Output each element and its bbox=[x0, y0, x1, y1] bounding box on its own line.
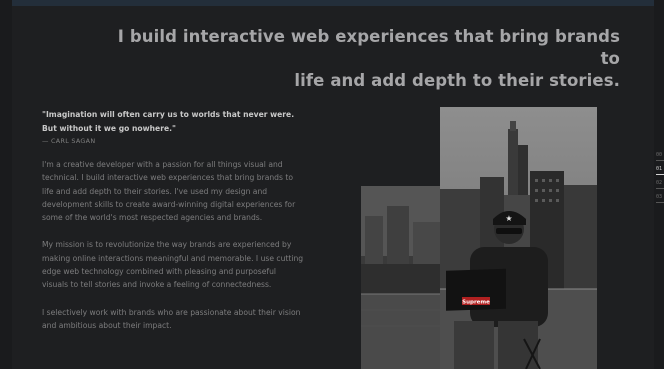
about-text: "Imagination will often carry us to worl… bbox=[42, 108, 304, 332]
slide-nav-number: 00 bbox=[656, 152, 663, 158]
slide-nav-indicator bbox=[656, 188, 664, 189]
slide-nav-item-03[interactable]: 03 bbox=[648, 192, 664, 206]
slide-nav-indicator bbox=[656, 174, 664, 175]
hero-headline-line-1: I build interactive web experiences that… bbox=[117, 27, 620, 68]
quote-line-2: But without it we go nowhere." bbox=[42, 124, 176, 133]
about-paragraph-2: My mission is to revolutionize the way b… bbox=[42, 240, 304, 290]
slide-nav-item-01[interactable]: 01 bbox=[648, 164, 664, 178]
slide-navigation: 00 01 02 03 bbox=[648, 150, 664, 206]
quote: "Imagination will often carry us to worl… bbox=[42, 108, 304, 136]
quote-line-1: "Imagination will often carry us to worl… bbox=[42, 110, 295, 119]
hero-headline: I build interactive web experiences that… bbox=[100, 26, 620, 92]
photo-rooftop-left bbox=[361, 186, 440, 369]
slide-nav-item-00[interactable]: 00 bbox=[648, 150, 664, 164]
slide-nav-indicator bbox=[656, 202, 664, 203]
slide-nav-item-02[interactable]: 02 bbox=[648, 178, 664, 192]
slide-nav-number: 01 bbox=[656, 166, 663, 172]
about-paragraph-1: I'm a creative developer with a passion … bbox=[42, 160, 296, 223]
quote-author: — CARL SAGAN bbox=[42, 137, 96, 145]
slide-nav-number: 02 bbox=[656, 180, 663, 186]
top-bar bbox=[0, 0, 664, 6]
slide-nav-indicator bbox=[656, 160, 664, 161]
laptop-logo-text: Supreme bbox=[462, 300, 490, 306]
slide-nav-number: 03 bbox=[656, 194, 663, 200]
svg-text:★: ★ bbox=[505, 214, 512, 223]
about-paragraph-3: I selectively work with brands who are p… bbox=[42, 307, 301, 330]
hero-headline-line-2: life and add depth to their stories. bbox=[294, 71, 620, 90]
left-frame bbox=[0, 0, 12, 369]
photo-portrait: ★ Supreme bbox=[440, 107, 597, 369]
